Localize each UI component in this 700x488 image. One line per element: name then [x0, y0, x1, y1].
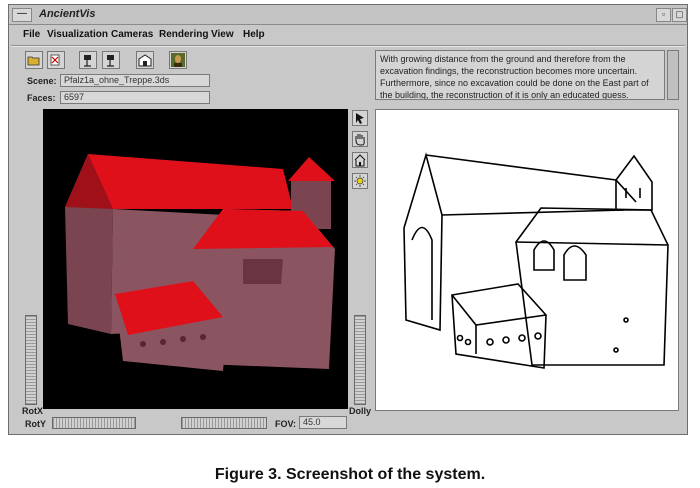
camera-flag-icon-2: [107, 55, 114, 67]
figure-caption: Figure 3. Screenshot of the system.: [214, 466, 486, 483]
description-scrollbar[interactable]: [667, 50, 679, 100]
maximize-button[interactable]: ▢: [672, 8, 687, 22]
rotx-label: RotX: [22, 406, 43, 416]
line-drawing-church: [403, 152, 669, 369]
menu-file[interactable]: File: [23, 29, 40, 40]
fov-slider[interactable]: [181, 417, 267, 429]
home-icon: [354, 154, 366, 167]
arrow-pointer-icon: [356, 113, 364, 124]
faces-field: 6597: [60, 91, 210, 104]
portrait-button[interactable]: [169, 51, 187, 69]
dolly-label: Dolly: [349, 406, 372, 416]
fov-label: FOV:: [275, 419, 297, 429]
light-tool-button[interactable]: [352, 173, 368, 189]
window-title: AncientVis: [39, 8, 96, 20]
fov-field[interactable]: 45.0: [299, 416, 347, 429]
minimize-button[interactable]: ▫: [656, 8, 671, 22]
scene-label: Scene:: [27, 76, 57, 86]
select-tool-button[interactable]: [352, 110, 368, 126]
hand-icon: [355, 134, 365, 146]
menu-bar: File Visualization Cameras Rendering Vie…: [9, 26, 687, 44]
roty-label: RotY: [25, 419, 46, 429]
roty-slider[interactable]: [52, 417, 136, 429]
render-viewport[interactable]: [43, 109, 348, 409]
open-button[interactable]: [25, 51, 43, 69]
pan-tool-button[interactable]: [352, 131, 368, 147]
menu-cameras[interactable]: Cameras: [111, 29, 153, 40]
line-drawing-viewport[interactable]: [375, 109, 679, 411]
scene-field[interactable]: Pfalz1a_ohne_Treppe.3ds: [60, 74, 210, 87]
camera-button-1[interactable]: [79, 51, 97, 69]
menu-rendering[interactable]: Rendering: [159, 29, 208, 40]
shaded-church-model: [65, 154, 335, 371]
menu-separator: [11, 45, 685, 47]
faces-label: Faces:: [27, 93, 56, 103]
reload-button[interactable]: [47, 51, 65, 69]
window-menu-button[interactable]: —: [12, 8, 32, 22]
camera-flag-icon: [84, 55, 91, 67]
title-bar: — AncientVis ▫ ▢: [9, 5, 687, 25]
menu-view[interactable]: View: [211, 29, 234, 40]
menu-visualization[interactable]: Visualization: [47, 29, 108, 40]
menu-help[interactable]: Help: [243, 29, 265, 40]
camera-button-2[interactable]: [102, 51, 120, 69]
description-text: With growing distance from the ground an…: [375, 50, 665, 100]
building-button[interactable]: [136, 51, 154, 69]
app-window: — AncientVis ▫ ▢ File Visualization Came…: [8, 4, 688, 435]
portrait-icon: [171, 53, 185, 67]
building-icon: [138, 54, 152, 67]
open-folder-icon: [27, 56, 40, 66]
dolly-slider[interactable]: [354, 315, 366, 405]
reload-icon: [50, 54, 60, 66]
home-view-button[interactable]: [352, 152, 368, 168]
light-icon: [354, 175, 366, 187]
rotx-slider[interactable]: [25, 315, 37, 405]
